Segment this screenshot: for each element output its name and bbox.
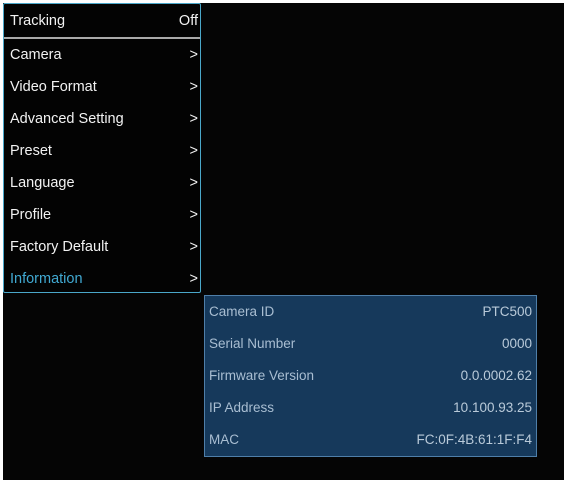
camera-osd-screen: Tracking Off Camera > Video Format > Adv… bbox=[3, 3, 564, 480]
menu-item-label: Tracking bbox=[10, 13, 66, 29]
tracking-status-value: Off bbox=[178, 13, 198, 29]
info-value: 10.100.93.25 bbox=[453, 400, 532, 415]
menu-item-preset[interactable]: Preset > bbox=[4, 135, 200, 167]
chevron-right-icon: > bbox=[189, 47, 198, 63]
chevron-right-icon: > bbox=[189, 175, 198, 191]
info-value: 0.0.0002.62 bbox=[460, 368, 532, 383]
info-row-mac: MAC FC:0F:4B:61:1F:F4 bbox=[205, 424, 536, 456]
osd-main-menu: Tracking Off Camera > Video Format > Adv… bbox=[3, 3, 201, 293]
menu-item-label: Language bbox=[10, 175, 75, 191]
info-row-serial-number: Serial Number 0000 bbox=[205, 328, 536, 360]
menu-item-factory-default[interactable]: Factory Default > bbox=[4, 231, 200, 263]
info-row-camera-id: Camera ID PTC500 bbox=[205, 296, 536, 328]
chevron-right-icon: > bbox=[189, 143, 198, 159]
menu-item-label: Profile bbox=[10, 207, 52, 223]
info-key: MAC bbox=[209, 432, 239, 447]
chevron-right-icon: > bbox=[189, 239, 198, 255]
menu-item-information[interactable]: Information > bbox=[4, 263, 200, 295]
menu-item-label: Camera bbox=[10, 47, 62, 63]
menu-item-video-format[interactable]: Video Format > bbox=[4, 71, 200, 103]
info-key: Serial Number bbox=[209, 336, 296, 351]
chevron-right-icon: > bbox=[189, 111, 198, 127]
menu-item-label: Information bbox=[10, 271, 83, 287]
menu-item-label: Advanced Setting bbox=[10, 111, 124, 127]
info-value: FC:0F:4B:61:1F:F4 bbox=[416, 432, 532, 447]
info-key: Camera ID bbox=[209, 304, 275, 319]
menu-item-label: Video Format bbox=[10, 79, 97, 95]
menu-item-language[interactable]: Language > bbox=[4, 167, 200, 199]
menu-item-label: Factory Default bbox=[10, 239, 109, 255]
info-row-firmware-version: Firmware Version 0.0.0002.62 bbox=[205, 360, 536, 392]
info-value: 0000 bbox=[501, 336, 532, 351]
menu-item-tracking[interactable]: Tracking Off bbox=[4, 4, 200, 39]
info-row-ip-address: IP Address 10.100.93.25 bbox=[205, 392, 536, 424]
info-key: Firmware Version bbox=[209, 368, 315, 383]
chevron-right-icon: > bbox=[189, 79, 198, 95]
menu-item-label: Preset bbox=[10, 143, 52, 159]
menu-item-camera[interactable]: Camera > bbox=[4, 39, 200, 71]
chevron-right-icon: > bbox=[189, 271, 198, 287]
menu-item-profile[interactable]: Profile > bbox=[4, 199, 200, 231]
information-panel: Camera ID PTC500 Serial Number 0000 Firm… bbox=[204, 295, 537, 457]
menu-item-advanced-setting[interactable]: Advanced Setting > bbox=[4, 103, 200, 135]
info-value: PTC500 bbox=[482, 304, 532, 319]
info-key: IP Address bbox=[209, 400, 275, 415]
chevron-right-icon: > bbox=[189, 207, 198, 223]
